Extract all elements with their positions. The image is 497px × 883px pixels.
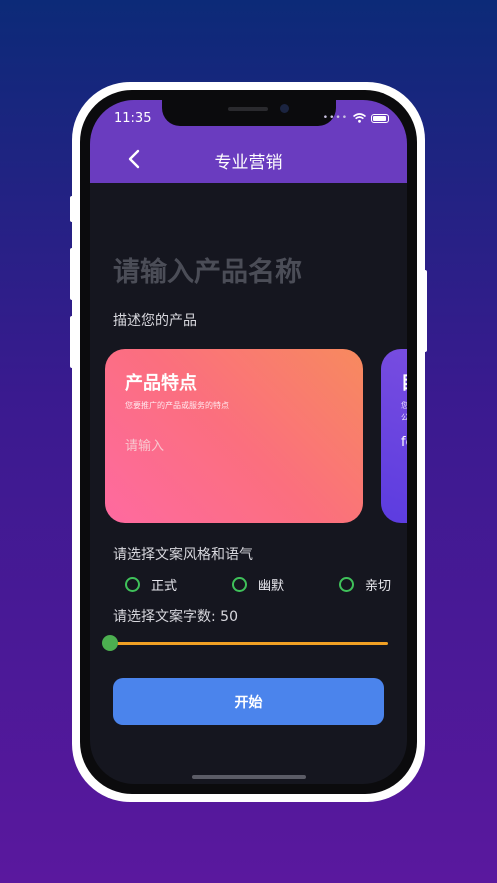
camera: [280, 104, 289, 113]
feature-card-title: 产品特点: [125, 373, 197, 394]
status-icons: ••••: [323, 112, 389, 124]
feature-input[interactable]: 请输入: [125, 435, 164, 454]
feature-card-subtitle: 您要推广的产品或服务的特点: [125, 401, 229, 410]
style-option-label: 正式: [151, 579, 178, 594]
notch: [162, 100, 336, 126]
style-option-label: 亲切: [365, 579, 392, 594]
product-name-input[interactable]: 请输入产品名称: [113, 250, 302, 289]
word-count-label: 请选择文案字数: 50: [113, 609, 238, 625]
style-option-label: 幽默: [258, 579, 285, 594]
power-button: [423, 270, 427, 352]
target-card-subtitle: 您 公: [401, 400, 407, 424]
battery-icon: [371, 113, 389, 123]
style-label: 请选择文案风格和语气: [113, 547, 253, 563]
radio-circle-icon: [339, 577, 354, 592]
radio-circle-icon: [125, 577, 140, 592]
style-option-friendly[interactable]: 亲切: [339, 575, 391, 594]
status-time: 11:35: [114, 111, 152, 126]
mute-switch: [70, 196, 74, 222]
describe-label: 描述您的产品: [113, 313, 197, 329]
target-input[interactable]: fo: [401, 435, 407, 450]
start-button[interactable]: 开始: [113, 678, 384, 725]
volume-down-button: [70, 316, 74, 368]
page-title: 专业营销: [214, 153, 283, 173]
target-card[interactable]: 目 您 公 fo: [381, 349, 407, 523]
target-card-title: 目: [401, 369, 407, 395]
app-screen: 11:35 •••• 专业营销 请输入产品名称 描述您的产品 产品特点 您要推广…: [90, 100, 407, 784]
target-card-subtitle-line1: 您: [401, 401, 407, 410]
slider-track: [110, 642, 388, 645]
style-option-humor[interactable]: 幽默: [232, 575, 284, 594]
volume-up-button: [70, 248, 74, 300]
cellular-signal-icon: ••••: [322, 113, 348, 123]
home-indicator: [192, 775, 306, 779]
radio-circle-icon: [232, 577, 247, 592]
style-radio-group: 正式 幽默 亲切: [90, 575, 407, 595]
feature-card[interactable]: 产品特点 您要推广的产品或服务的特点 请输入: [105, 349, 363, 523]
slider-thumb[interactable]: [102, 635, 118, 651]
style-option-formal[interactable]: 正式: [125, 575, 177, 594]
nav-header: 11:35 •••• 专业营销: [90, 100, 407, 183]
target-card-subtitle-line2: 公: [401, 413, 407, 422]
wifi-icon: [353, 113, 366, 123]
word-count-slider[interactable]: [102, 635, 388, 651]
speaker: [228, 107, 268, 111]
